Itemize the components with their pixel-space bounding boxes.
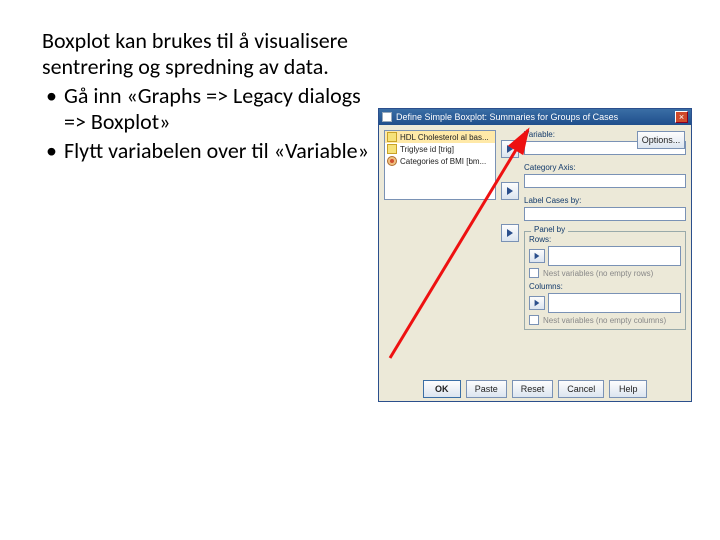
move-to-columns-button[interactable] bbox=[529, 296, 545, 310]
variable-label: HDL Cholesterol al bas... bbox=[400, 133, 489, 142]
move-to-rows-button[interactable] bbox=[529, 249, 545, 263]
options-button[interactable]: Options... bbox=[637, 131, 685, 149]
move-to-label-button[interactable] bbox=[501, 224, 519, 242]
move-to-variable-button[interactable] bbox=[501, 140, 519, 158]
nominal-icon bbox=[387, 156, 397, 166]
bullet-1: Gå inn «Graphs => Legacy dialogs => Boxp… bbox=[42, 83, 372, 136]
slide-text-block: Boxplot kan brukes til å visualisere sen… bbox=[42, 28, 372, 164]
label-cases-field[interactable] bbox=[524, 207, 686, 221]
left-column: HDL Cholesterol al bas... Triglyse id [t… bbox=[384, 130, 496, 377]
variable-item[interactable]: HDL Cholesterol al bas... bbox=[385, 131, 495, 143]
ok-button[interactable]: OK bbox=[423, 380, 461, 398]
nest-rows-checkbox[interactable]: Nest variables (no empty rows) bbox=[529, 268, 681, 278]
dialog-body: HDL Cholesterol al bas... Triglyse id [t… bbox=[379, 125, 691, 377]
scale-icon bbox=[387, 144, 397, 154]
paste-button[interactable]: Paste bbox=[466, 380, 507, 398]
scale-icon bbox=[387, 132, 397, 142]
close-button[interactable]: × bbox=[675, 111, 688, 123]
dialog-title: Define Simple Boxplot: Summaries for Gro… bbox=[396, 112, 675, 122]
help-button[interactable]: Help bbox=[609, 380, 647, 398]
nest-columns-label: Nest variables (no empty columns) bbox=[543, 316, 666, 325]
nest-columns-checkbox[interactable]: Nest variables (no empty columns) bbox=[529, 315, 681, 325]
transfer-buttons-column bbox=[500, 130, 520, 377]
rows-field[interactable] bbox=[548, 246, 681, 266]
titlebar: Define Simple Boxplot: Summaries for Gro… bbox=[379, 109, 691, 125]
bullet-list: Gå inn «Graphs => Legacy dialogs => Boxp… bbox=[42, 83, 372, 164]
variable-item[interactable]: Categories of BMI [bm... bbox=[385, 155, 495, 167]
app-icon bbox=[382, 112, 392, 122]
rows-label: Rows: bbox=[529, 235, 681, 244]
columns-field[interactable] bbox=[548, 293, 681, 313]
panel-by-group: Panel by Rows: Nest variables (no empty … bbox=[524, 231, 686, 330]
nest-rows-label: Nest variables (no empty rows) bbox=[543, 269, 653, 278]
checkbox-icon bbox=[529, 268, 539, 278]
category-axis-field[interactable] bbox=[524, 174, 686, 188]
right-column: Variable: Category Axis: Label Cases by:… bbox=[524, 130, 686, 377]
boxplot-dialog: Define Simple Boxplot: Summaries for Gro… bbox=[378, 108, 692, 402]
intro-paragraph: Boxplot kan brukes til å visualisere sen… bbox=[42, 28, 372, 81]
panel-by-legend: Panel by bbox=[531, 225, 568, 234]
columns-label: Columns: bbox=[529, 282, 681, 291]
label-cases-label: Label Cases by: bbox=[524, 196, 686, 205]
dialog-buttonbar: OK Paste Reset Cancel Help bbox=[379, 377, 691, 401]
variable-label: Triglyse id [trig] bbox=[400, 145, 454, 154]
bullet-2: Flytt variabelen over til «Variable» bbox=[42, 138, 372, 164]
variable-item[interactable]: Triglyse id [trig] bbox=[385, 143, 495, 155]
cancel-button[interactable]: Cancel bbox=[558, 380, 604, 398]
category-axis-label: Category Axis: bbox=[524, 163, 686, 172]
source-variable-list[interactable]: HDL Cholesterol al bas... Triglyse id [t… bbox=[384, 130, 496, 200]
move-to-category-button[interactable] bbox=[501, 182, 519, 200]
variable-label: Categories of BMI [bm... bbox=[400, 157, 486, 166]
reset-button[interactable]: Reset bbox=[512, 380, 554, 398]
checkbox-icon bbox=[529, 315, 539, 325]
